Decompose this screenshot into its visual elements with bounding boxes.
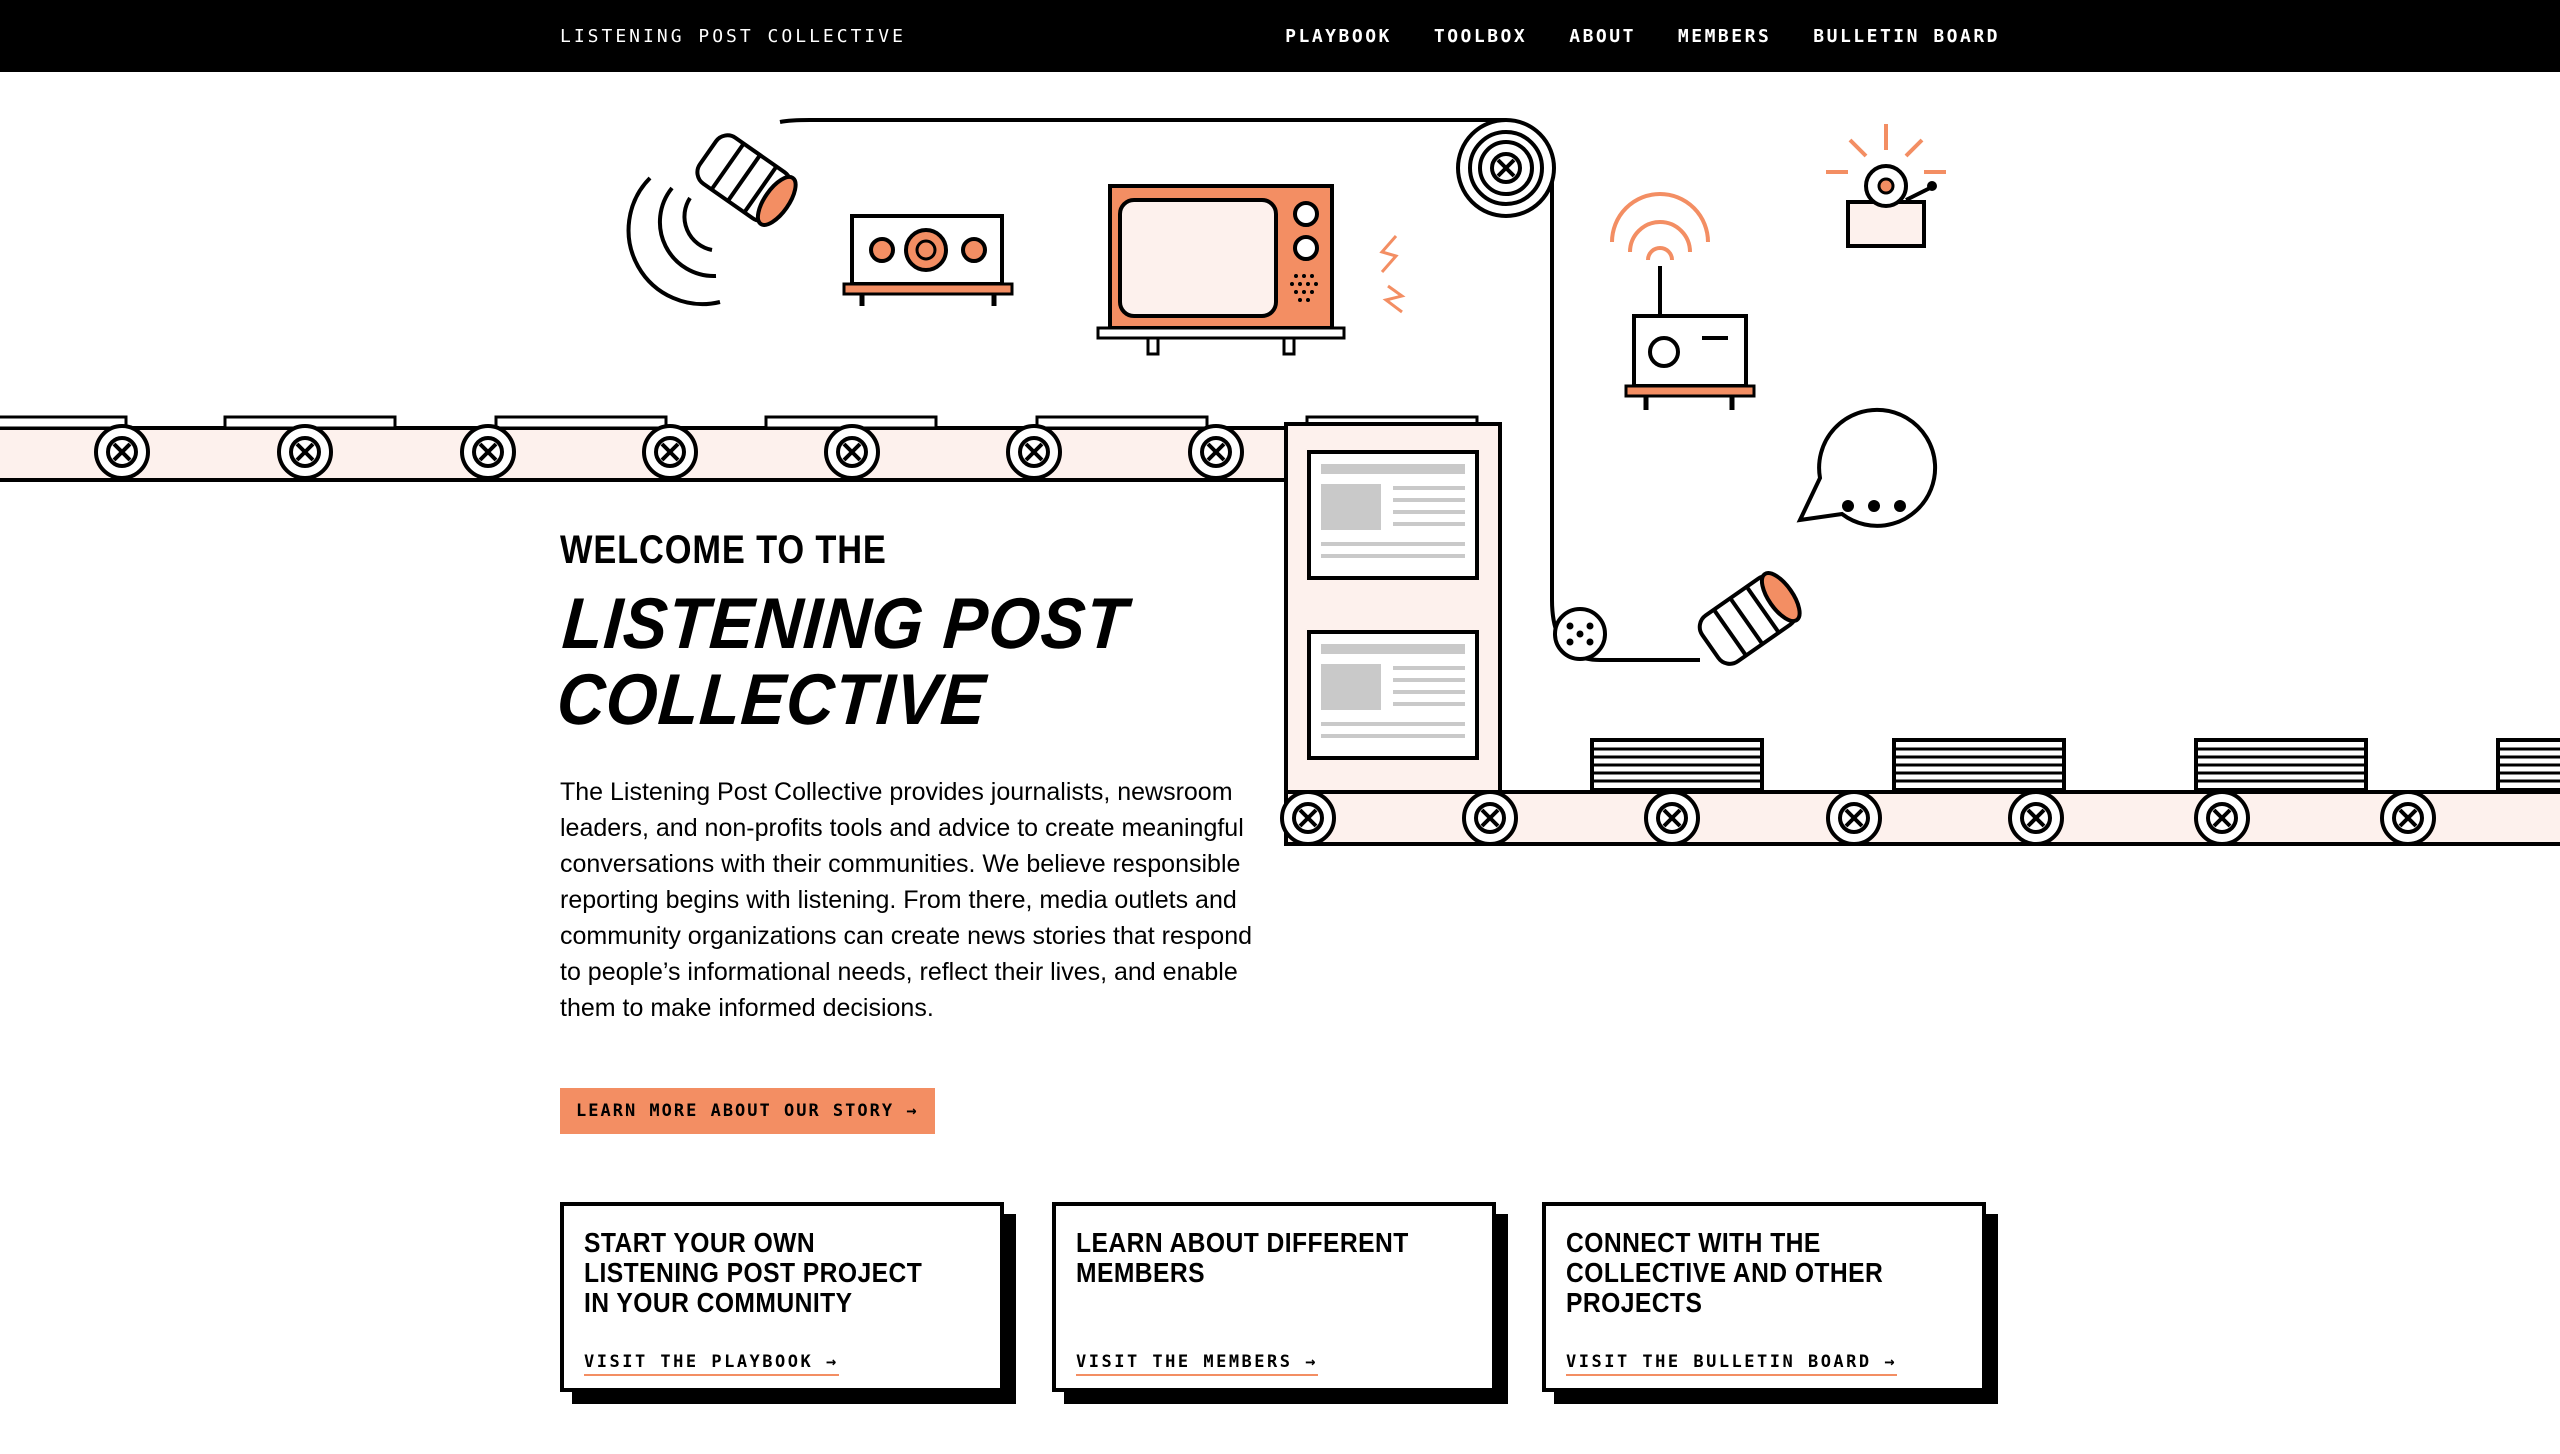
roller-icon: [642, 424, 698, 480]
roller-icon: [2008, 790, 2064, 846]
roller-icon: [460, 424, 516, 480]
roller-icon: [1188, 424, 1244, 480]
tin-can-phone-icon: [1697, 571, 1802, 666]
brand-logo-link[interactable]: LISTENING POST COLLECTIVE: [560, 26, 906, 47]
nav-about[interactable]: ABOUT: [1569, 26, 1636, 47]
hero-description: The Listening Post Collective provides j…: [560, 778, 1253, 1022]
conveyor-illustration: [0, 118, 2560, 846]
learn-more-button[interactable]: LEARN MORE ABOUT OUR STORY →: [560, 1088, 935, 1134]
card-members: LEARN ABOUT DIFFERENT MEMBERS VISIT THE …: [1052, 1202, 1496, 1392]
visit-bulletin-board-link[interactable]: VISIT THE BULLETIN BOARD →: [1566, 1352, 1898, 1376]
small-pulley-icon: [1553, 607, 1607, 661]
newspaper-icon: [1307, 450, 1479, 580]
nav-playbook[interactable]: PLAYBOOK: [1285, 26, 1392, 47]
newspaper-stack-icon: [2194, 738, 2368, 792]
roller-icon: [1280, 790, 1336, 846]
nav-members[interactable]: MEMBERS: [1678, 26, 1771, 47]
roller-icon: [1462, 790, 1518, 846]
card-title: LEARN ABOUT DIFFERENT MEMBERS: [1076, 1227, 1409, 1288]
newspaper-stack-icon: [1590, 738, 1764, 792]
tin-can-phone-icon: [626, 133, 798, 307]
visit-members-link[interactable]: VISIT THE MEMBERS →: [1076, 1352, 1318, 1376]
bell-icon: [1826, 124, 1946, 248]
card-title: START YOUR OWN LISTENING POST PROJECT IN…: [584, 1227, 923, 1318]
card-bulletin-board: CONNECT WITH THE COLLECTIVE AND OTHER PR…: [1542, 1202, 1986, 1392]
printing-press: [1284, 422, 1502, 798]
visit-playbook-link[interactable]: VISIT THE PLAYBOOK →: [584, 1352, 839, 1376]
roller-icon: [1644, 790, 1700, 846]
speech-bubble-icon: [1796, 407, 1938, 528]
card-playbook: START YOUR OWN LISTENING POST PROJECT IN…: [560, 1202, 1004, 1392]
antenna-radio-icon: [1610, 192, 1756, 410]
hero-title: LISTENING POST COLLECTIVE: [554, 584, 1131, 740]
top-navigation-bar: LISTENING POST COLLECTIVE PLAYBOOK TOOLB…: [0, 0, 2560, 72]
roller-icon: [1006, 424, 1062, 480]
newspaper-stack-icon: [1892, 738, 2066, 792]
newspaper-stack-icon: [2496, 738, 2560, 792]
nav-links: PLAYBOOK TOOLBOX ABOUT MEMBERS BULLETIN …: [1285, 26, 2000, 47]
roller-icon: [277, 424, 333, 480]
roller-icon: [94, 424, 150, 480]
roller-icon: [1826, 790, 1882, 846]
roller-icon: [2194, 790, 2250, 846]
newspaper-icon: [1307, 630, 1479, 760]
roller-icon: [824, 424, 880, 480]
upper-conveyor-belt: [0, 415, 1479, 482]
roller-icon: [2380, 790, 2436, 846]
hero-kicker: WELCOME TO THE: [560, 528, 887, 572]
television-icon: [1096, 184, 1406, 356]
nav-bulletin-board[interactable]: BULLETIN BOARD: [1813, 26, 2000, 47]
card-title: CONNECT WITH THE COLLECTIVE AND OTHER PR…: [1566, 1227, 1884, 1318]
radio-icon: [842, 214, 1014, 306]
nav-toolbox[interactable]: TOOLBOX: [1434, 26, 1527, 47]
pulley-icon: [1456, 118, 1556, 218]
